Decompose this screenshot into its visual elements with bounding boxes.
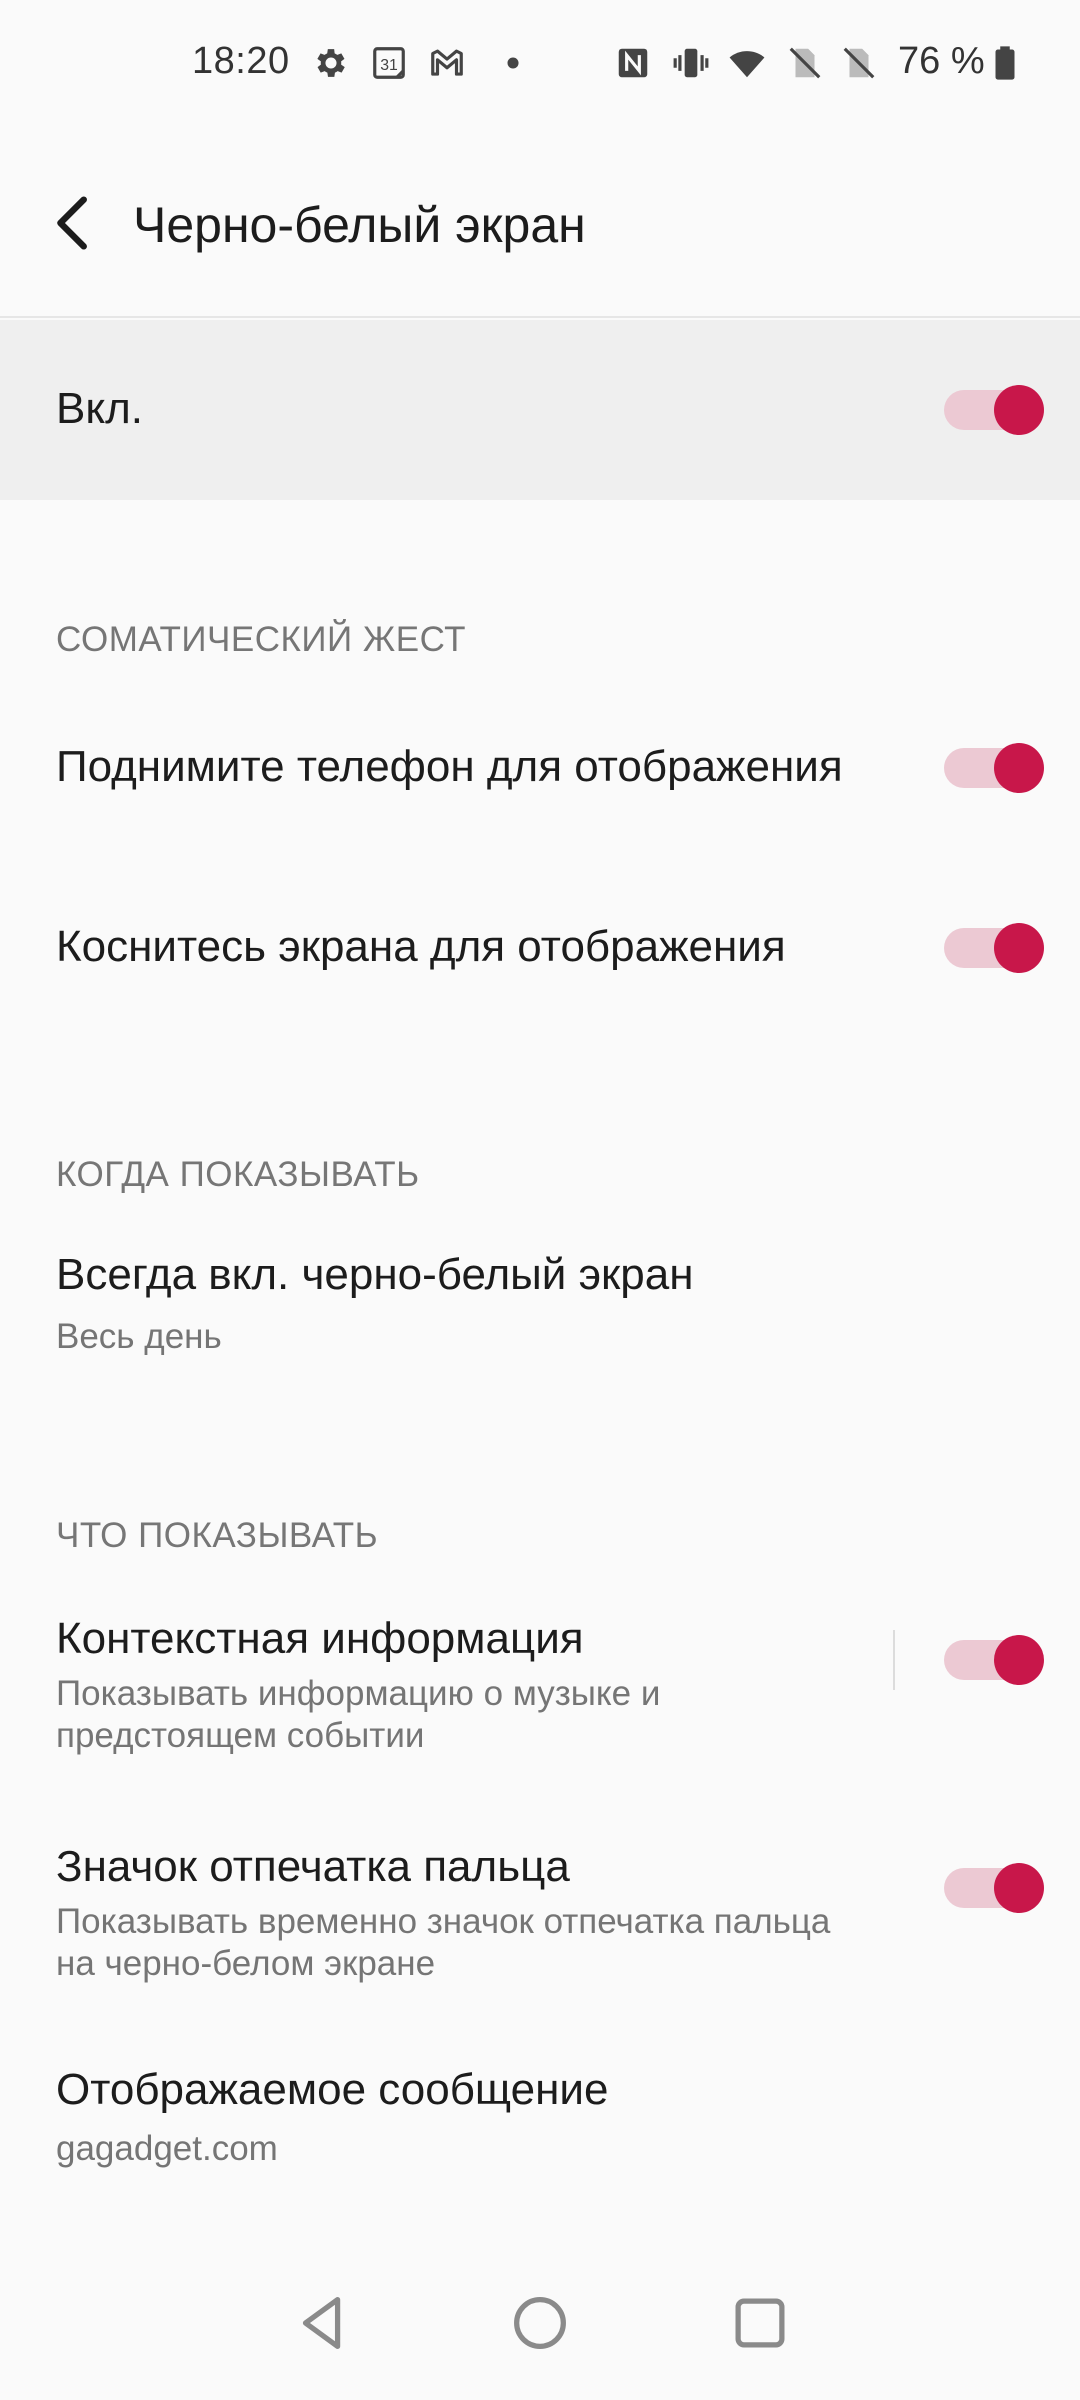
lift-to-show-toggle[interactable] bbox=[944, 740, 1044, 796]
calendar-day: 31 bbox=[380, 57, 398, 74]
section-header-what: ЧТО ПОКАЗЫВАТЬ bbox=[56, 1516, 379, 1555]
fingerprint-icon-toggle[interactable] bbox=[944, 1860, 1044, 1916]
app-bar: Черно-белый экран bbox=[0, 130, 1080, 318]
toggle-thumb bbox=[994, 743, 1044, 793]
row-title: Поднимите телефон для отображения bbox=[56, 742, 843, 791]
back-arrow-icon[interactable] bbox=[40, 188, 110, 258]
vibrate-icon bbox=[673, 48, 709, 78]
wifi-icon bbox=[729, 51, 765, 78]
nav-recents-icon[interactable] bbox=[725, 2288, 795, 2358]
list-item-contextual-info[interactable]: Контекстная информация Показывать информ… bbox=[0, 1590, 1080, 1780]
navigation-bar bbox=[0, 2250, 1080, 2400]
list-item-always-on[interactable]: Всегда вкл. черно-белый экран Весь день bbox=[0, 1230, 1080, 1380]
battery-icon bbox=[995, 46, 1015, 80]
toggle-thumb bbox=[994, 385, 1044, 435]
nfc-icon bbox=[618, 48, 648, 78]
calendar-icon: 31 bbox=[373, 47, 405, 79]
status-time: 18:20 bbox=[192, 40, 290, 82]
toggle-thumb bbox=[994, 923, 1044, 973]
section-header-when: КОГДА ПОКАЗЫВАТЬ bbox=[56, 1155, 420, 1194]
toggle-thumb bbox=[994, 1635, 1044, 1685]
nav-home-icon[interactable] bbox=[505, 2288, 575, 2358]
no-sim-icon bbox=[843, 47, 875, 79]
vertical-divider bbox=[893, 1630, 895, 1690]
row-title: Коснитесь экрана для отображения bbox=[56, 922, 786, 971]
row-title: Контекстная информация bbox=[56, 1614, 584, 1663]
list-item-display-message[interactable]: Отображаемое сообщение gagadget.com bbox=[0, 2045, 1080, 2195]
status-bar: 18:20 31 76 % bbox=[0, 0, 1080, 130]
row-summary-line1: Показывать временно значок отпечатка пал… bbox=[56, 1902, 831, 1941]
no-sim-icon bbox=[789, 47, 821, 79]
row-summary-line2: на черно-белом экране bbox=[56, 1944, 436, 1983]
contextual-info-toggle[interactable] bbox=[944, 1632, 1044, 1688]
gmail-icon bbox=[431, 49, 463, 76]
battery-percent: 76 % bbox=[898, 40, 985, 82]
master-toggle-row[interactable]: Вкл. bbox=[0, 320, 1080, 500]
list-item-fingerprint-icon[interactable]: Значок отпечатка пальца Показывать време… bbox=[0, 1818, 1080, 2008]
tap-to-show-toggle[interactable] bbox=[944, 920, 1044, 976]
row-summary-line2: предстоящем событии bbox=[56, 1716, 425, 1755]
row-summary: Весь день bbox=[56, 1317, 222, 1356]
list-item-lift-to-show[interactable]: Поднимите телефон для отображения bbox=[0, 710, 1080, 830]
gear-icon bbox=[317, 49, 345, 77]
screen: 18:20 31 76 % Черно-белый экран Вкл. СОМ… bbox=[0, 0, 1080, 2400]
dot-icon bbox=[507, 57, 519, 69]
row-summary: gagadget.com bbox=[56, 2129, 278, 2168]
row-summary-line1: Показывать информацию о музыке и bbox=[56, 1674, 661, 1713]
page-title: Черно-белый экран bbox=[133, 197, 586, 253]
list-item-tap-to-show[interactable]: Коснитесь экрана для отображения bbox=[0, 890, 1080, 1010]
master-toggle-label: Вкл. bbox=[56, 384, 143, 433]
row-title: Всегда вкл. черно-белый экран bbox=[56, 1250, 694, 1299]
nav-back-icon[interactable] bbox=[288, 2288, 358, 2358]
row-title: Значок отпечатка пальца bbox=[56, 1842, 570, 1891]
master-toggle-switch[interactable] bbox=[944, 382, 1044, 438]
toggle-thumb bbox=[994, 1863, 1044, 1913]
section-header-gesture: СОМАТИЧЕСКИЙ ЖЕСТ bbox=[56, 620, 467, 659]
row-title: Отображаемое сообщение bbox=[56, 2065, 609, 2114]
